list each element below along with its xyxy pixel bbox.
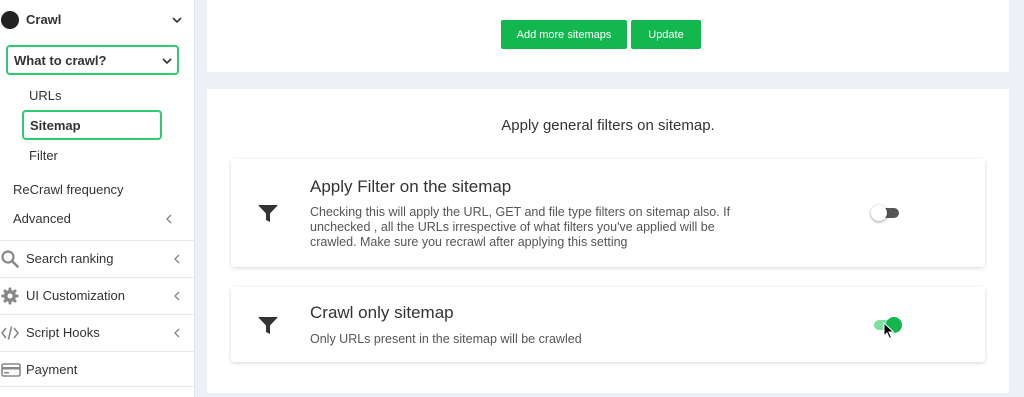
search-ranking-label: Search ranking [26,251,114,266]
payment-label: Payment [26,362,78,377]
crawl-label: Crawl [26,12,62,27]
ui-customization-label: UI Customization [26,288,125,303]
chevron-down-icon[interactable] [161,55,173,67]
sidebar-item-recrawl-frequency[interactable]: ReCrawl frequency [13,182,124,197]
filter-icon [258,205,278,223]
sitemap-actions-card: Add more sitemaps Update [207,0,1009,72]
toggle-knob [871,205,887,221]
credit-card-icon [1,361,21,379]
sidebar-item-urls[interactable]: URLs [29,88,62,103]
code-icon [0,324,20,342]
setting-description: Only URLs present in the sitemap will be… [310,332,582,346]
chevron-left-icon[interactable] [171,253,183,265]
gear-icon [1,287,19,305]
sidebar-item-filter[interactable]: Filter [29,148,58,163]
filter-icon [258,317,278,335]
setting-description: Checking this will apply the URL, GET an… [310,205,731,249]
sidebar-item-sitemap-label: Sitemap [30,118,81,133]
sidebar-item-payment[interactable]: Payment [0,351,195,387]
chevron-down-icon[interactable] [171,14,183,26]
mouse-cursor-icon [883,321,895,340]
chevron-left-icon[interactable] [171,327,183,339]
sidebar-item-search-ranking[interactable]: Search ranking [0,240,195,276]
sidebar-item-script-hooks[interactable]: Script Hooks [0,314,195,350]
sitemap-filters-card: Apply general filters on sitemap. Apply … [207,89,1009,393]
setting-title: Apply Filter on the sitemap [310,177,512,196]
what-to-crawl-dropdown[interactable]: What to crawl? [6,45,179,75]
section-heading: Apply general filters on sitemap. [501,117,715,134]
add-more-sitemaps-button[interactable]: Add more sitemaps [501,20,627,49]
sidebar-item-ui-customization[interactable]: UI Customization [0,277,195,313]
advanced-label: Advanced [13,211,71,226]
chevron-left-icon[interactable] [163,213,175,225]
setting-crawl-only-sitemap: Crawl only sitemap Only URLs present in … [231,287,985,362]
what-to-crawl-label: What to crawl? [14,53,107,68]
apply-filter-toggle[interactable] [871,205,901,221]
sidebar: Crawl What to crawl? URLs Sitemap Filter… [0,0,195,397]
setting-apply-filter: Apply Filter on the sitemap Checking thi… [231,159,985,267]
update-button[interactable]: Update [631,20,701,49]
setting-title: Crawl only sitemap [310,303,454,322]
crawl-dot-icon [1,11,19,29]
sidebar-item-sitemap[interactable]: Sitemap [22,110,162,140]
chevron-left-icon[interactable] [171,290,183,302]
script-hooks-label: Script Hooks [26,325,100,340]
search-icon [1,250,19,268]
crawl-section-header[interactable]: Crawl [0,0,195,40]
